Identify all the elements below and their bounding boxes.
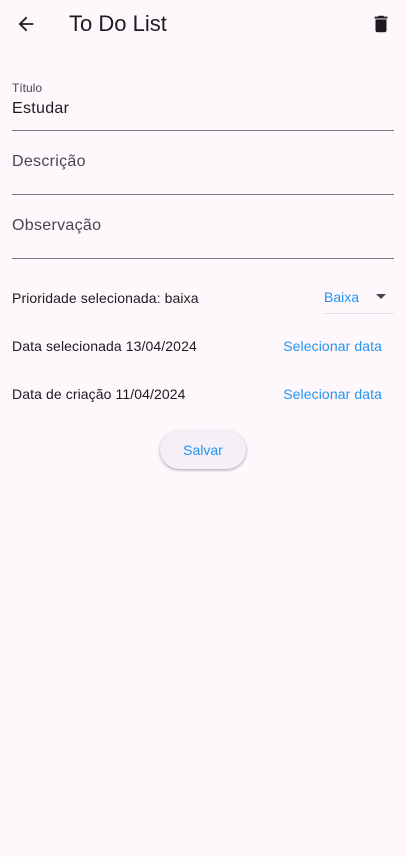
titulo-value: Estudar: [12, 100, 70, 117]
observacao-label: Observação: [12, 217, 102, 234]
descricao-field[interactable]: Descrição: [12, 140, 394, 195]
arrow-back-icon: [18, 16, 34, 32]
app-screen: To Do List Título Estudar Descrição Obse…: [0, 0, 407, 857]
prioridade-label: Prioridade selecionada: baixa: [12, 290, 199, 306]
titulo-label: Título: [12, 81, 43, 95]
back-button[interactable]: [12, 10, 40, 38]
titulo-field[interactable]: Título Estudar: [12, 78, 394, 131]
data-selecionada-label: Data selecionada 13/04/2024: [12, 338, 197, 354]
app-bar: To Do List: [0, 0, 407, 48]
save-button[interactable]: Salvar: [160, 431, 246, 469]
selecionar-data-criacao-button[interactable]: Selecionar data: [283, 386, 382, 402]
descricao-label: Descrição: [12, 153, 86, 170]
dropdown-arrow-icon: [376, 294, 386, 299]
delete-button[interactable]: [367, 10, 395, 38]
prioridade-dropdown[interactable]: Baixa: [323, 283, 394, 314]
trash-icon: [374, 15, 388, 33]
prioridade-selected-value: Baixa: [324, 289, 360, 305]
observacao-field[interactable]: Observação: [12, 204, 394, 259]
page-title: To Do List: [69, 11, 167, 36]
selecionar-data-button[interactable]: Selecionar data: [283, 338, 382, 354]
data-criacao-label: Data de criação 11/04/2024: [12, 386, 186, 402]
